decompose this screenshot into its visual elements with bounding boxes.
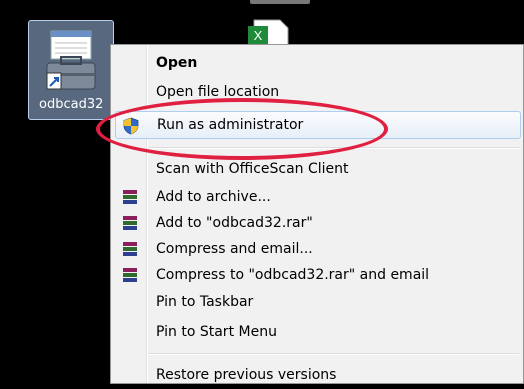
menu-separator	[149, 147, 519, 149]
menu-separator	[149, 353, 519, 355]
menu-item-restore-previous-versions[interactable]: Restore previous versions	[111, 361, 523, 389]
menu-item-add-to-rar[interactable]: Add to "odbcad32.rar"	[111, 209, 523, 237]
menu-item-label: Scan with OfficeScan Client	[156, 161, 349, 177]
menu-item-label: Compress and email...	[156, 241, 313, 257]
menu-item-pin-to-start-menu[interactable]: Pin to Start Menu	[111, 318, 523, 346]
menu-item-compress-and-email[interactable]: Compress and email...	[111, 235, 523, 263]
window-title-fragment	[250, 0, 310, 4]
svg-text:X: X	[254, 28, 263, 43]
uac-shield-icon	[123, 117, 139, 135]
winrar-icon	[123, 216, 137, 230]
menu-item-label: Add to archive...	[156, 189, 271, 205]
menu-item-label: Open	[156, 55, 198, 71]
menu-item-add-to-archive[interactable]: Add to archive...	[111, 183, 523, 211]
winrar-icon	[123, 242, 137, 256]
menu-item-run-as-administrator[interactable]: Run as administrator	[115, 111, 521, 139]
menu-item-compress-to-rar-and-email[interactable]: Compress to "odbcad32.rar" and email	[111, 261, 523, 289]
winrar-icon	[123, 190, 137, 204]
winrar-icon	[123, 268, 137, 282]
menu-item-label: Add to "odbcad32.rar"	[156, 215, 313, 231]
menu-item-pin-to-taskbar[interactable]: Pin to Taskbar	[111, 288, 523, 316]
menu-item-open[interactable]: Open	[111, 49, 523, 77]
desktop-icon-label: odbcad32	[39, 97, 104, 112]
menu-item-label: Restore previous versions	[156, 367, 337, 383]
menu-item-label: Run as administrator	[157, 117, 304, 133]
menu-item-label: Pin to Start Menu	[156, 324, 277, 340]
menu-item-open-file-location[interactable]: Open file location	[111, 78, 523, 106]
context-menu: Open Open file location Run as administr…	[110, 44, 524, 384]
menu-item-label: Pin to Taskbar	[156, 294, 254, 310]
menu-item-label: Open file location	[156, 84, 280, 100]
menu-item-label: Compress to "odbcad32.rar" and email	[156, 267, 430, 283]
toolbox-icon	[46, 30, 96, 90]
desktop-icon-odbcad32[interactable]: odbcad32	[28, 20, 114, 120]
menu-item-scan-officescan[interactable]: Scan with OfficeScan Client	[111, 155, 523, 183]
